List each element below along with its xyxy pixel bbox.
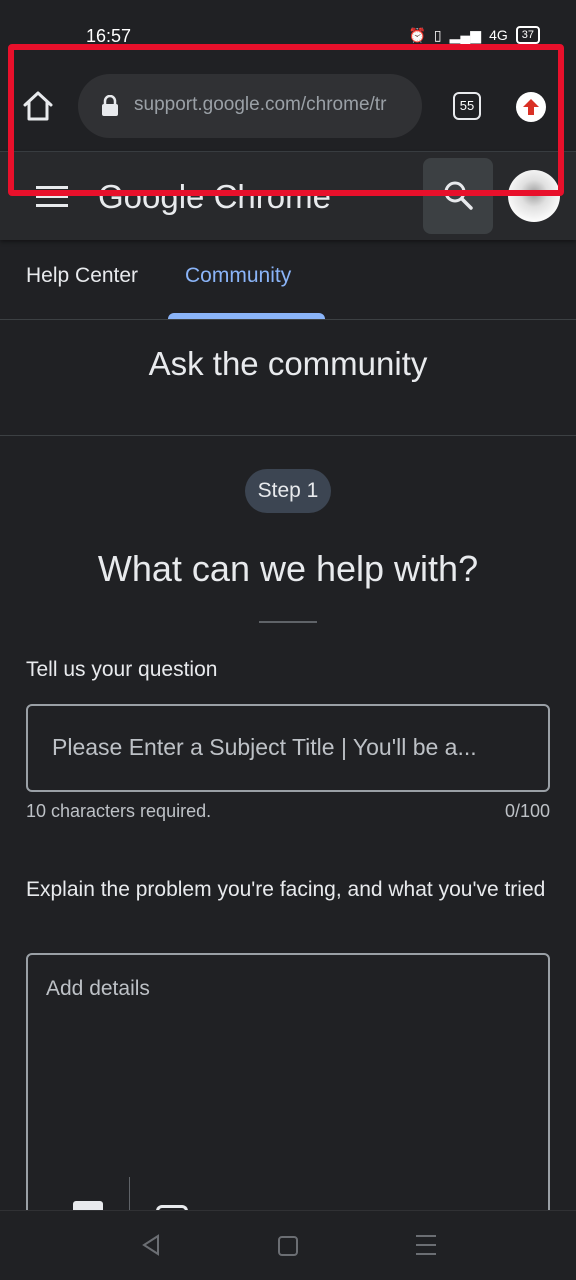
home-icon[interactable] — [20, 88, 56, 124]
system-nav-bar — [0, 1210, 576, 1280]
site-title[interactable]: Google Chrome — [98, 178, 331, 216]
back-icon[interactable] — [140, 1233, 162, 1257]
tab-switcher-icon[interactable]: 55 — [453, 92, 481, 120]
address-bar[interactable]: support.google.com/chrome/tr — [78, 74, 422, 138]
step-badge: Step 1 — [245, 469, 331, 513]
network-label: 4G — [489, 27, 508, 43]
page-title: Ask the community — [148, 345, 428, 382]
char-counter: 0/100 — [504, 801, 550, 821]
update-icon[interactable] — [516, 92, 546, 122]
tab-community[interactable]: Community — [185, 264, 291, 288]
status-bar: 16:57 ⏰ ▯ ▂▄▆ 4G 37 — [0, 0, 576, 50]
details-textarea[interactable]: Add details — [26, 953, 550, 1253]
search-button[interactable] — [423, 158, 493, 234]
divider — [259, 621, 317, 623]
search-icon — [444, 181, 473, 210]
active-tab-indicator — [168, 313, 325, 319]
browser-toolbar: support.google.com/chrome/tr 55 — [0, 56, 576, 152]
avatar[interactable] — [508, 170, 560, 222]
divider — [0, 435, 576, 436]
lock-icon[interactable] — [100, 94, 120, 117]
vibrate-icon: ▯ — [433, 26, 442, 43]
subject-input[interactable]: Please Enter a Subject Title | You'll be… — [26, 704, 550, 792]
status-icons: ⏰ ▯ ▂▄▆ 4G 37 — [408, 26, 540, 44]
site-header: Google Chrome — [0, 152, 576, 240]
subject-placeholder: Please Enter a Subject Title | You'll be… — [52, 734, 477, 760]
char-requirement: 10 characters required. — [26, 801, 212, 821]
status-time: 16:57 — [86, 26, 132, 46]
menu-icon[interactable] — [36, 186, 68, 208]
tab-bar: Help Center Community — [0, 240, 576, 320]
details-label: Explain the problem you're facing, and w… — [26, 878, 546, 901]
recents-icon[interactable] — [416, 1235, 436, 1262]
battery-icon: 37 — [515, 26, 540, 44]
alarm-icon: ⏰ — [408, 26, 426, 43]
question-label: Tell us your question — [26, 658, 218, 681]
details-placeholder: Add details — [46, 977, 150, 1000]
tab-help-center[interactable]: Help Center — [26, 264, 138, 288]
signal-icon: ▂▄▆ — [449, 26, 482, 43]
home-nav-icon[interactable] — [278, 1236, 298, 1256]
url-text[interactable]: support.google.com/chrome/tr — [134, 94, 410, 116]
section-heading: What can we help with? — [97, 548, 479, 589]
